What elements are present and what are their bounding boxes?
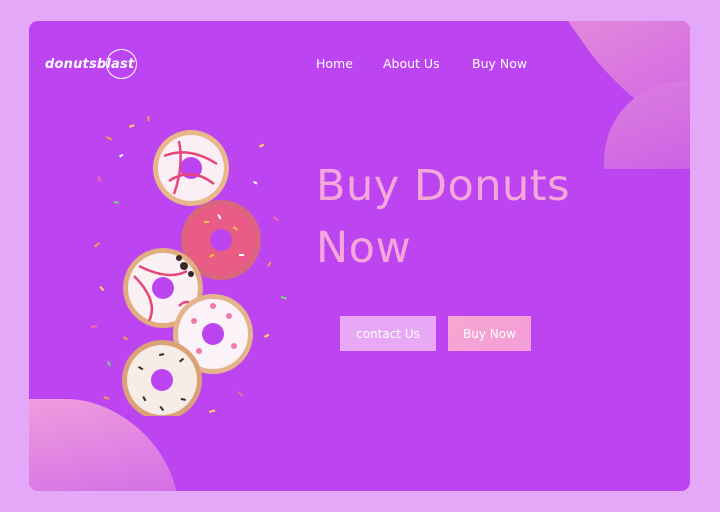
nav-link-home[interactable]: Home xyxy=(316,56,353,71)
brand-logo[interactable]: donutsblast xyxy=(45,49,138,79)
hero-headline-line2: Now xyxy=(316,223,412,273)
hero-headline-line1: Buy Donuts xyxy=(316,161,571,211)
donuts-illustration-icon xyxy=(91,116,287,416)
logo-ring-icon xyxy=(106,49,138,79)
contact-us-button[interactable]: contact Us xyxy=(340,316,436,351)
landing-card: donutsblast Home About Us Buy Now Buy Do… xyxy=(29,21,690,491)
hero-headline: Buy Donuts Now xyxy=(316,155,656,279)
buy-now-button[interactable]: Buy Now xyxy=(448,316,531,351)
donut-white-pink-icon xyxy=(153,130,229,206)
nav-link-buy-now[interactable]: Buy Now xyxy=(472,56,527,71)
nav-link-about[interactable]: About Us xyxy=(383,56,440,71)
